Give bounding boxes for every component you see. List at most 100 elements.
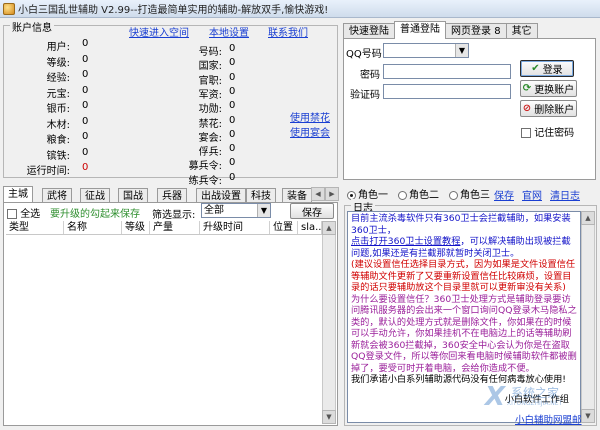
delete-account-button[interactable]: ⊘ 删除账户 (520, 100, 577, 117)
qq-label: QQ号码 (346, 49, 382, 60)
field-label: 禁花: (198, 118, 222, 130)
login-button[interactable]: ✔ 登录 (520, 60, 574, 77)
contact-us-link[interactable]: 联系我们 (268, 24, 308, 39)
tab-web-login-badge: 8 (494, 26, 501, 37)
log-line-text: 为什么要设置信任？360卫士处理方式是辅助登录要访问腾讯服务器的会出来一个窗口询… (351, 293, 577, 374)
field-label: 军资: (198, 89, 222, 101)
field-value: 0 (229, 157, 236, 169)
field-value: 0 (82, 146, 89, 158)
tab-scroll-left[interactable]: ◀ (311, 187, 325, 201)
captcha-label: 验证码 (350, 90, 380, 101)
field-value: 0 (229, 43, 236, 54)
filter-select[interactable]: 全部 ▼ (201, 203, 271, 218)
column-header[interactable]: sla... (298, 221, 322, 234)
use-jinhua-link[interactable]: 使用禁花 (290, 109, 330, 124)
log-line: 为什么要设置信任？360卫士处理方式是辅助登录要访问腾讯服务器的会出来一个窗口询… (351, 294, 577, 375)
log-scrollbar[interactable]: ▲ ▼ (581, 211, 595, 423)
list-scrollbar[interactable]: ▲ ▼ (322, 221, 336, 424)
log-tutorial-link[interactable]: 点击打开360卫士设置教程 (351, 236, 460, 247)
tab-normal-login[interactable]: 普通登陆 (394, 21, 446, 39)
field-value: 0 (82, 100, 89, 111)
login-button-label: 登录 (542, 65, 563, 76)
tab-web-login[interactable]: 网页登录 8 (445, 23, 507, 39)
role-label: 角色二 (409, 190, 439, 201)
log-line: (建议设置信任选择目录方式，因为如果是文件设置信任等辅助文件更新了又要重新设置信… (351, 259, 577, 294)
tab-quick-login[interactable]: 快速登陆 (343, 23, 395, 39)
field-value: 0 (229, 114, 236, 126)
field-value: 0 (229, 143, 236, 155)
field-label: 练兵令: (188, 175, 222, 187)
scroll-down-icon[interactable]: ▼ (322, 410, 336, 424)
field-label: 等级: (46, 57, 70, 69)
qq-combo[interactable]: ▼ (383, 43, 469, 58)
save-link[interactable]: 保存 (494, 187, 514, 202)
field-value: 0 (82, 69, 89, 80)
role-label: 角色三 (460, 190, 490, 201)
field-value: 0 (229, 85, 236, 97)
local-settings-link[interactable]: 本地设置 (209, 24, 249, 39)
field-label: 国家: (198, 61, 222, 73)
field-label: 运行时间: (26, 166, 70, 177)
tab-scroll-right[interactable]: ▶ (325, 187, 339, 201)
select-all[interactable]: 全选 (7, 205, 40, 220)
switch-account-button[interactable]: ⟳ 更换账户 (520, 80, 577, 97)
column-header[interactable]: 产量 (150, 221, 200, 234)
title-bar: 小白三国乱世辅助 V2.99--打造最简单实用的辅助-解放双手,愉快游戏! (0, 0, 600, 18)
refresh-icon: ⟳ (522, 83, 532, 94)
field-label: 募兵令: (188, 161, 222, 173)
scroll-up-icon[interactable]: ▲ (322, 221, 336, 235)
delete-account-label: 删除账户 (534, 105, 575, 116)
field-label: 官职: (198, 75, 222, 87)
field-value: 0 (229, 100, 236, 112)
password-field[interactable] (383, 64, 511, 79)
field-label: 元宝: (46, 88, 70, 100)
remember-checkbox[interactable] (521, 128, 531, 138)
field-label: 用户: (46, 42, 70, 53)
remember-label: 记住密码 (534, 128, 575, 139)
column-header[interactable]: 位置 (270, 221, 298, 234)
column-header[interactable]: 类型 (6, 221, 64, 234)
chevron-down-icon[interactable]: ▼ (257, 204, 270, 217)
quick-enter-link[interactable]: 快速进入空间 (129, 24, 189, 39)
tray-link[interactable]: 小白辅助网盟邮 (515, 412, 582, 426)
column-header[interactable]: 升级时间 (200, 221, 270, 234)
log-line-text: 目前主流杀毒软件只有360卫士会拦截辅助，如果安装360卫士， (351, 213, 571, 236)
save-button[interactable]: 保存 (290, 203, 334, 219)
field-value: 0 (229, 57, 236, 69)
use-banquet-link[interactable]: 使用宴会 (290, 124, 330, 139)
website-link[interactable]: 官网 (522, 187, 542, 202)
log-signature: 小白软件工作组 (504, 393, 569, 405)
scroll-down-icon[interactable]: ▼ (581, 409, 595, 423)
select-all-label: 全选 (20, 209, 41, 220)
chevron-down-icon[interactable]: ▼ (455, 44, 468, 57)
field-value: 0 (229, 171, 236, 183)
field-label: 镔铁: (46, 150, 70, 162)
window-title: 小白三国乱世辅助 V2.99--打造最简单实用的辅助-解放双手,愉快游戏! (18, 5, 329, 16)
field-label: 经验: (46, 73, 70, 84)
log-line: 点击打开360卫士设置教程，可以解决辅助出现被拦截问题,如果还是有拦截那就暂时关… (351, 236, 577, 259)
role-option[interactable]: 角色三 (449, 186, 490, 201)
field-label: 宴会: (198, 132, 222, 144)
remember-password[interactable]: 记住密码 (521, 124, 574, 139)
role-radio[interactable] (398, 190, 407, 200)
log-line: 我们承诺小白系列辅助源代码没有任何病毒放心使用! (351, 374, 577, 386)
upgrade-hint: 要升级的勾起来保存 (50, 209, 140, 220)
field-label: 粮食: (46, 135, 70, 146)
column-header[interactable]: 名称 (64, 221, 122, 234)
item-list[interactable] (6, 236, 322, 424)
field-value: 0 (82, 84, 89, 96)
grid-header: 类型名称等级产量升级时间位置sla... (6, 221, 322, 235)
role-option[interactable]: 角色二 (398, 186, 439, 201)
tab-web-login-label: 网页登录 (451, 26, 491, 37)
scroll-up-icon[interactable]: ▲ (581, 211, 595, 225)
clear-log-link[interactable]: 清日志 (550, 187, 580, 202)
role-radio[interactable] (449, 190, 458, 200)
field-value: 0 (82, 38, 89, 49)
column-header[interactable]: 等级 (122, 221, 150, 234)
log-text: 目前主流杀毒软件只有360卫士会拦截辅助，如果安装360卫士， 点击打开360卫士… (347, 211, 581, 423)
login-tabs: 快速登陆 普通登陆 网页登录 8 其它 (343, 21, 538, 39)
select-all-checkbox[interactable] (7, 209, 17, 219)
tab-other[interactable]: 其它 (505, 23, 538, 39)
log-line-text: (建议设置信任选择目录方式，因为如果是文件设置信任等辅助文件更新了又要重新设置信… (351, 259, 576, 293)
captcha-field[interactable] (383, 84, 511, 99)
